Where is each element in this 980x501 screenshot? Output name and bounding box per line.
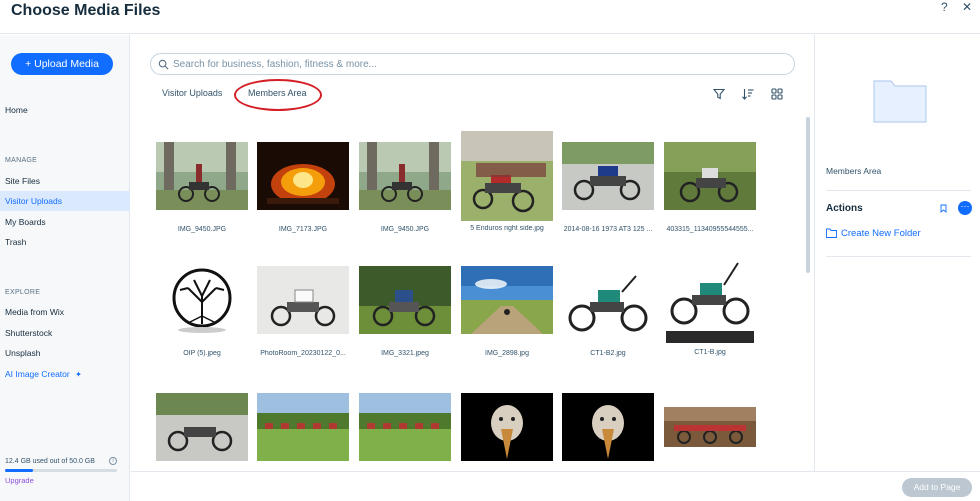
sort-icon[interactable] xyxy=(741,87,755,101)
file-name: 5 Enduros right side.jpg xyxy=(470,225,544,232)
thumbnail-image xyxy=(562,393,654,461)
add-to-page-button[interactable]: Add to Page xyxy=(902,478,972,497)
details-panel: Members Area Actions ··· Create New Fold… xyxy=(814,35,980,471)
file-name: OIP (5).jpeg xyxy=(183,350,221,357)
thumbnail-image xyxy=(156,266,248,334)
sidebar-item-my-boards[interactable]: My Boards xyxy=(0,212,130,232)
folder-icon xyxy=(873,80,927,123)
thumbnail-image xyxy=(257,266,349,334)
sidebar: + Upload Media Home MANAGE Site Files Vi… xyxy=(0,35,130,501)
sparkle-icon: ✦ xyxy=(75,370,82,379)
thumbnail-image xyxy=(156,142,248,210)
file-name: CT1-B.jpg xyxy=(694,349,726,356)
file-name: CT1-B2.jpg xyxy=(590,350,626,357)
file-name: 2014-08-16 1973 AT3 125 ... xyxy=(563,226,653,233)
media-tile[interactable]: IMG_3321.jpeg xyxy=(359,266,451,357)
media-tile[interactable] xyxy=(664,407,756,447)
section-label-manage: MANAGE xyxy=(5,157,38,164)
thumbnail-image xyxy=(257,142,349,210)
sidebar-item-trash[interactable]: Trash xyxy=(0,232,130,252)
media-main: Visitor Uploads Members Area IMG_9450.JP… xyxy=(131,35,813,471)
storage-bar xyxy=(5,469,117,472)
filter-icon[interactable] xyxy=(712,87,726,101)
thumbnail-image xyxy=(664,407,756,447)
sidebar-item-unsplash[interactable]: Unsplash xyxy=(0,343,130,363)
thumbnail-image xyxy=(257,393,349,461)
sidebar-item-visitor-uploads[interactable]: Visitor Uploads xyxy=(0,191,130,211)
thumbnail-image xyxy=(359,393,451,461)
divider xyxy=(826,190,971,191)
sidebar-item-site-files[interactable]: Site Files xyxy=(0,171,130,191)
actions-title: Actions xyxy=(826,203,863,214)
media-tile[interactable]: 2014-08-16 1973 AT3 125 ... xyxy=(562,142,654,233)
info-icon[interactable]: i xyxy=(109,457,117,465)
thumbnail-image xyxy=(562,142,654,210)
thumbnail-image xyxy=(461,393,553,461)
search-icon xyxy=(158,59,169,70)
media-tile[interactable]: IMG_2898.jpg xyxy=(461,266,553,357)
file-name: IMG_7173.JPG xyxy=(278,226,328,233)
tab-visitor-uploads[interactable]: Visitor Uploads xyxy=(162,88,222,98)
close-icon[interactable]: ✕ xyxy=(962,0,972,14)
sidebar-item-home[interactable]: Home xyxy=(0,100,130,120)
more-actions-button[interactable]: ··· xyxy=(958,201,972,215)
storage-bar-fill xyxy=(5,469,33,472)
media-tile[interactable] xyxy=(359,393,451,461)
create-folder-label: Create New Folder xyxy=(841,228,921,239)
thumbnail-image xyxy=(461,131,553,221)
scrollbar[interactable] xyxy=(806,117,810,273)
section-label-explore: EXPLORE xyxy=(5,289,41,296)
media-tile[interactable] xyxy=(461,393,553,461)
media-tile[interactable]: 5 Enduros right side.jpg xyxy=(461,131,553,232)
media-tile[interactable]: OIP (5).jpeg xyxy=(156,266,248,357)
file-name: IMG_3321.jpeg xyxy=(381,350,429,357)
media-tile[interactable] xyxy=(257,393,349,461)
media-tile[interactable]: CT1-B2.jpg xyxy=(562,266,654,357)
divider xyxy=(826,256,971,257)
thumbnail-image xyxy=(461,266,553,334)
thumbnail-image xyxy=(664,142,756,210)
thumbnail-image xyxy=(359,266,451,334)
upgrade-link[interactable]: Upgrade xyxy=(5,476,34,485)
create-new-folder-button[interactable]: Create New Folder xyxy=(826,228,921,239)
search-bar xyxy=(150,53,795,75)
footer: Add to Page xyxy=(131,471,980,501)
search-input[interactable] xyxy=(173,56,773,73)
file-name: 403315_11340955544555... xyxy=(666,226,754,233)
bookmark-icon[interactable] xyxy=(940,204,947,213)
grid-view-icon[interactable] xyxy=(770,87,784,101)
folder-name: Members Area xyxy=(826,166,882,176)
sidebar-item-media-from-wix[interactable]: Media from Wix xyxy=(0,302,130,322)
thumbnail-image xyxy=(156,393,248,461)
thumbnail-image xyxy=(562,266,654,334)
sidebar-item-shutterstock[interactable]: Shutterstock xyxy=(0,323,130,343)
header: Choose Media Files ? ✕ xyxy=(0,0,980,34)
media-tile[interactable]: IMG_9450.JPG xyxy=(359,142,451,233)
thumbnail-image xyxy=(359,142,451,210)
media-tile[interactable]: PhotoRoom_20230122_0... xyxy=(257,266,349,357)
sidebar-item-ai-image-creator[interactable]: AI Image Creator ✦ xyxy=(0,364,130,384)
file-name: IMG_9450.JPG xyxy=(177,226,227,233)
media-tile[interactable] xyxy=(562,393,654,461)
storage-usage-text: 12.4 GB used out of 50.0 GB xyxy=(5,458,95,465)
file-name: IMG_9450.JPG xyxy=(380,226,430,233)
media-tile[interactable]: IMG_9450.JPG xyxy=(156,142,248,233)
file-name: PhotoRoom_20230122_0... xyxy=(260,350,346,357)
sidebar-item-label: AI Image Creator xyxy=(5,369,70,379)
help-icon[interactable]: ? xyxy=(941,0,948,14)
file-name: IMG_2898.jpg xyxy=(485,350,529,357)
thumbnail-image xyxy=(664,259,756,345)
folder-plus-icon xyxy=(826,228,837,238)
media-tile[interactable] xyxy=(156,393,248,461)
media-tile[interactable]: CT1-B.jpg xyxy=(664,259,756,356)
media-tile[interactable]: 403315_11340955544555... xyxy=(664,142,756,233)
upload-media-button[interactable]: + Upload Media xyxy=(11,53,113,75)
page-title: Choose Media Files xyxy=(11,2,161,19)
highlight-annotation xyxy=(234,79,322,111)
media-tile[interactable]: IMG_7173.JPG xyxy=(257,142,349,233)
